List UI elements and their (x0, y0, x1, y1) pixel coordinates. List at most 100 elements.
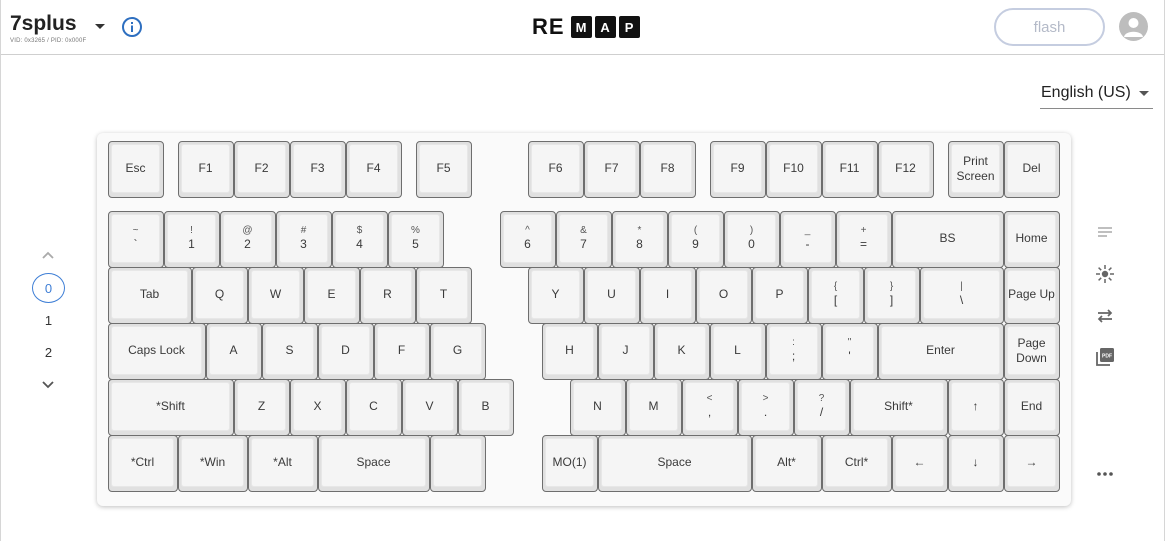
key[interactable]: C (346, 379, 402, 436)
key[interactable]: ? / (794, 379, 850, 436)
key[interactable]: F5 (416, 141, 472, 198)
key[interactable]: ^ 6 (500, 211, 556, 268)
key[interactable]: ~ ` (108, 211, 164, 268)
key[interactable]: @2 (220, 211, 276, 268)
key[interactable]: ↓ (948, 435, 1004, 492)
flash-button[interactable]: flash (994, 8, 1105, 46)
key[interactable]: }] (864, 267, 920, 324)
key[interactable]: F6 (528, 141, 584, 198)
key[interactable]: " ' (822, 323, 878, 380)
layer-2-button[interactable]: 2 (32, 337, 65, 367)
key[interactable]: G (430, 323, 486, 380)
key[interactable]: Space (318, 435, 430, 492)
key[interactable]: M (626, 379, 682, 436)
key[interactable]: * 8 (612, 211, 668, 268)
key[interactable]: + = (836, 211, 892, 268)
key[interactable]: Home (1004, 211, 1060, 268)
key[interactable]: H (542, 323, 598, 380)
key[interactable]: End (1004, 379, 1060, 436)
key[interactable]: D (318, 323, 374, 380)
key[interactable]: Z (234, 379, 290, 436)
user-avatar-icon[interactable] (1119, 12, 1148, 41)
key[interactable]: L (710, 323, 766, 380)
key[interactable]: J (598, 323, 654, 380)
key[interactable]: E (304, 267, 360, 324)
key[interactable]: Q (192, 267, 248, 324)
swap-icon[interactable] (1093, 304, 1117, 328)
key[interactable]: ! 1 (164, 211, 220, 268)
key[interactable]: V (402, 379, 458, 436)
key[interactable]: ↑ (948, 379, 1004, 436)
keyboard-language-select[interactable]: English (US) (1040, 82, 1153, 109)
key[interactable]: BS (892, 211, 1004, 268)
key[interactable]: $4 (332, 211, 388, 268)
layer-down-chevron-icon[interactable] (41, 378, 55, 392)
key[interactable]: N (570, 379, 626, 436)
key[interactable]: Space (598, 435, 752, 492)
key[interactable]: *Ctrl (108, 435, 178, 492)
info-icon[interactable] (121, 16, 143, 38)
key[interactable]: *Shift (108, 379, 234, 436)
more-icon[interactable] (1093, 462, 1117, 486)
key[interactable]: U (584, 267, 640, 324)
key[interactable]: & 7 (556, 211, 612, 268)
key[interactable]: Ctrl* (822, 435, 892, 492)
key[interactable]: *Win (178, 435, 248, 492)
layer-1-button[interactable]: 1 (32, 305, 65, 335)
key[interactable]: F4 (346, 141, 402, 198)
key[interactable]: Page Down (1004, 323, 1060, 380)
pdf-icon[interactable]: PDF (1093, 345, 1117, 369)
key[interactable]: Del (1004, 141, 1060, 198)
key[interactable]: {[ (808, 267, 864, 324)
key[interactable]: I (640, 267, 696, 324)
lighting-icon[interactable] (1093, 262, 1117, 286)
key[interactable]: (9 (668, 211, 724, 268)
key[interactable]: F9 (710, 141, 766, 198)
key[interactable]: Print Screen (948, 141, 1004, 198)
key[interactable]: F2 (234, 141, 290, 198)
layer-up-chevron-icon[interactable] (41, 248, 55, 262)
key[interactable]: Caps Lock (108, 323, 206, 380)
key[interactable]: O (696, 267, 752, 324)
key[interactable]: :; (766, 323, 822, 380)
key[interactable]: F3 (290, 141, 346, 198)
key[interactable]: T (416, 267, 472, 324)
key[interactable]: F8 (640, 141, 696, 198)
key[interactable] (430, 435, 486, 492)
key[interactable]: F10 (766, 141, 822, 198)
key[interactable]: F12 (878, 141, 934, 198)
key[interactable]: <, (682, 379, 738, 436)
key[interactable]: X (290, 379, 346, 436)
key[interactable]: Tab (108, 267, 192, 324)
key[interactable]: ) 0 (724, 211, 780, 268)
key[interactable]: F7 (584, 141, 640, 198)
key[interactable]: W (248, 267, 304, 324)
key[interactable]: *Alt (248, 435, 318, 492)
key[interactable]: % 5 (388, 211, 444, 268)
key[interactable]: MO(1) (542, 435, 598, 492)
key[interactable]: Page Up (1004, 267, 1060, 324)
key[interactable]: Esc (108, 141, 164, 198)
key[interactable]: _ - (780, 211, 836, 268)
key[interactable]: Y (528, 267, 584, 324)
key[interactable]: #3 (276, 211, 332, 268)
key[interactable]: Alt* (752, 435, 822, 492)
key[interactable]: Shift* (850, 379, 948, 436)
key[interactable]: F (374, 323, 430, 380)
key[interactable]: → (1004, 435, 1060, 492)
text-lines-icon[interactable] (1093, 220, 1117, 244)
keyboard-menu-caret-icon[interactable] (93, 19, 107, 33)
key[interactable]: ← (892, 435, 948, 492)
key[interactable]: Enter (878, 323, 1004, 380)
key[interactable]: P (752, 267, 808, 324)
layer-0-button[interactable]: 0 (32, 273, 65, 303)
key[interactable]: | \ (920, 267, 1004, 324)
key[interactable]: F11 (822, 141, 878, 198)
key[interactable]: A (206, 323, 262, 380)
key[interactable]: R (360, 267, 416, 324)
key[interactable]: F1 (178, 141, 234, 198)
key[interactable]: K (654, 323, 710, 380)
key[interactable]: >. (738, 379, 794, 436)
key[interactable]: B (458, 379, 514, 436)
key[interactable]: S (262, 323, 318, 380)
